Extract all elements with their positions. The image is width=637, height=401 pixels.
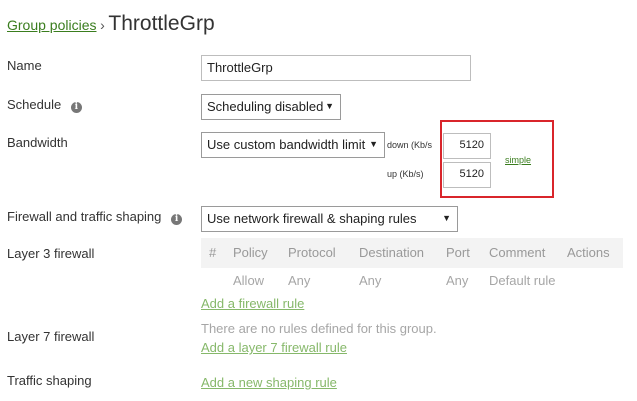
schedule-label: Schedule i <box>7 97 82 113</box>
info-icon[interactable]: i <box>70 102 82 113</box>
column-header-number: # <box>209 245 217 260</box>
bandwidth-up-label: up (Kb/s) <box>387 169 424 179</box>
name-label: Name <box>7 58 42 73</box>
breadcrumb-link-group-policies[interactable]: Group policies <box>7 17 97 33</box>
bandwidth-select-value: Use custom bandwidth limit <box>207 137 366 152</box>
layer7-label: Layer 7 firewall <box>7 329 95 344</box>
layer3-label: Layer 3 firewall <box>7 246 95 261</box>
table-row: Allow Any Any Any Default rule <box>201 270 623 290</box>
layer7-empty-text: There are no rules defined for this grou… <box>201 321 437 336</box>
cell-destination: Any <box>359 273 382 288</box>
column-header-destination: Destination <box>359 245 425 260</box>
add-shaping-rule-link[interactable]: Add a new shaping rule <box>201 375 337 390</box>
schedule-select-value: Scheduling disabled <box>207 99 324 114</box>
column-header-port: Port <box>446 245 470 260</box>
traffic-shaping-label: Traffic shaping <box>7 373 92 388</box>
breadcrumb-separator: › <box>100 17 105 33</box>
firewall-shaping-label: Firewall and traffic shaping i <box>7 209 183 225</box>
column-header-comment: Comment <box>489 245 546 260</box>
schedule-select[interactable]: Scheduling disabled ▼ <box>201 94 341 120</box>
firewall-shaping-label-text: Firewall and traffic shaping <box>7 209 162 224</box>
column-header-protocol: Protocol <box>288 245 336 260</box>
cell-comment: Default rule <box>489 273 556 288</box>
chevron-down-icon: ▼ <box>442 213 451 223</box>
layer3-table-header: # Policy Protocol Destination Port Comme… <box>201 238 623 268</box>
firewall-shaping-select[interactable]: Use network firewall & shaping rules ▼ <box>201 206 458 232</box>
cell-port: Any <box>446 273 469 288</box>
page-title: ThrottleGrp <box>108 12 215 35</box>
schedule-label-text: Schedule <box>7 97 62 112</box>
bandwidth-select[interactable]: Use custom bandwidth limit ▼ <box>201 132 385 158</box>
add-layer7-rule-link[interactable]: Add a layer 7 firewall rule <box>201 340 347 355</box>
bandwidth-label: Bandwidth <box>7 135 68 150</box>
bandwidth-down-label: down (Kb/s <box>387 140 433 150</box>
cell-policy: Allow <box>233 273 265 288</box>
column-header-policy: Policy <box>233 245 268 260</box>
breadcrumb: Group policies › ThrottleGrp <box>7 12 215 36</box>
highlight-box <box>440 120 554 198</box>
firewall-shaping-select-value: Use network firewall & shaping rules <box>207 211 417 226</box>
add-firewall-rule-link[interactable]: Add a firewall rule <box>201 296 304 311</box>
column-header-actions: Actions <box>567 245 610 260</box>
info-icon[interactable]: i <box>171 214 183 225</box>
chevron-down-icon: ▼ <box>369 139 378 149</box>
cell-protocol: Any <box>288 273 311 288</box>
name-input[interactable]: ThrottleGrp <box>201 55 471 81</box>
chevron-down-icon: ▼ <box>325 101 334 111</box>
